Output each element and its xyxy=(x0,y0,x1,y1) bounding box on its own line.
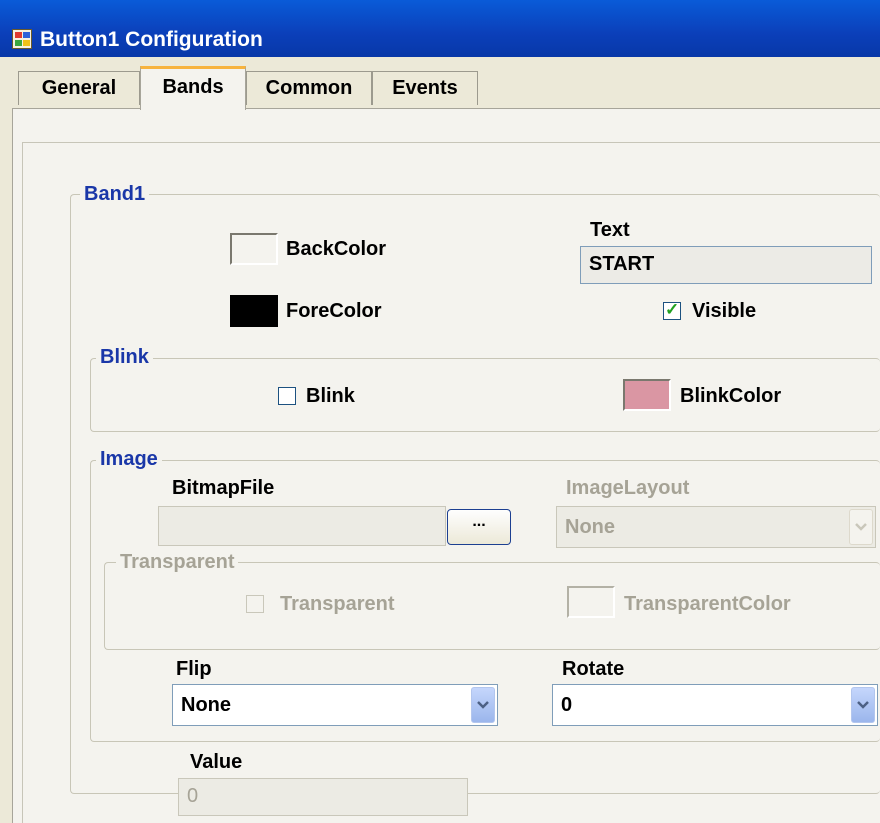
value-input[interactable]: 0 xyxy=(178,778,468,816)
blink-label: Blink xyxy=(306,385,355,407)
flip-value: None xyxy=(181,694,231,716)
back-color-label: BackColor xyxy=(286,238,387,260)
checkmark-icon: ✓ xyxy=(665,300,680,319)
tab-common[interactable]: Common xyxy=(246,71,372,105)
flip-label: Flip xyxy=(176,658,212,680)
transparent-legend: Transparent xyxy=(116,551,239,573)
transparent-checkbox[interactable] xyxy=(246,595,264,613)
back-color-swatch[interactable] xyxy=(230,233,278,265)
tab-events[interactable]: Events xyxy=(372,71,478,105)
browse-button[interactable]: ... xyxy=(447,509,511,545)
image-legend: Image xyxy=(96,448,162,470)
rotate-value: 0 xyxy=(561,694,573,716)
text-label: Text xyxy=(590,219,630,241)
image-layout-select[interactable]: None xyxy=(556,506,876,548)
window-title: Button1 Configuration xyxy=(40,28,263,51)
chevron-down-icon[interactable] xyxy=(849,509,873,545)
blink-checkbox[interactable] xyxy=(278,387,296,405)
blink-color-swatch[interactable] xyxy=(623,379,671,411)
transparent-color-label: TransparentColor xyxy=(624,593,791,615)
blink-legend: Blink xyxy=(96,346,153,368)
bitmap-file-input[interactable] xyxy=(158,506,446,546)
blink-color-label: BlinkColor xyxy=(680,385,782,407)
chevron-down-icon[interactable] xyxy=(851,687,875,723)
value-label: Value xyxy=(190,751,243,773)
app-icon xyxy=(12,29,32,49)
rotate-label: Rotate xyxy=(562,658,625,680)
transparent-label: Transparent xyxy=(280,593,395,615)
bitmap-file-label: BitmapFile xyxy=(172,477,275,499)
fore-color-swatch[interactable] xyxy=(230,295,278,327)
image-layout-label: ImageLayout xyxy=(566,477,690,499)
tab-general[interactable]: General xyxy=(18,71,140,105)
rotate-select[interactable]: 0 xyxy=(552,684,878,726)
fore-color-label: ForeColor xyxy=(286,300,382,322)
tab-strip: General Bands Common Events xyxy=(0,57,880,110)
image-layout-value: None xyxy=(565,516,615,538)
visible-checkbox[interactable]: ✓ xyxy=(663,300,681,320)
tab-bands[interactable]: Bands xyxy=(140,66,246,110)
visible-label: Visible xyxy=(692,300,757,322)
title-bar: Button1 Configuration xyxy=(0,0,880,57)
chevron-down-icon[interactable] xyxy=(471,687,495,723)
band1-legend: Band1 xyxy=(80,183,150,205)
text-input[interactable]: START xyxy=(580,246,872,284)
transparent-color-swatch[interactable] xyxy=(567,586,615,618)
flip-select[interactable]: None xyxy=(172,684,498,726)
